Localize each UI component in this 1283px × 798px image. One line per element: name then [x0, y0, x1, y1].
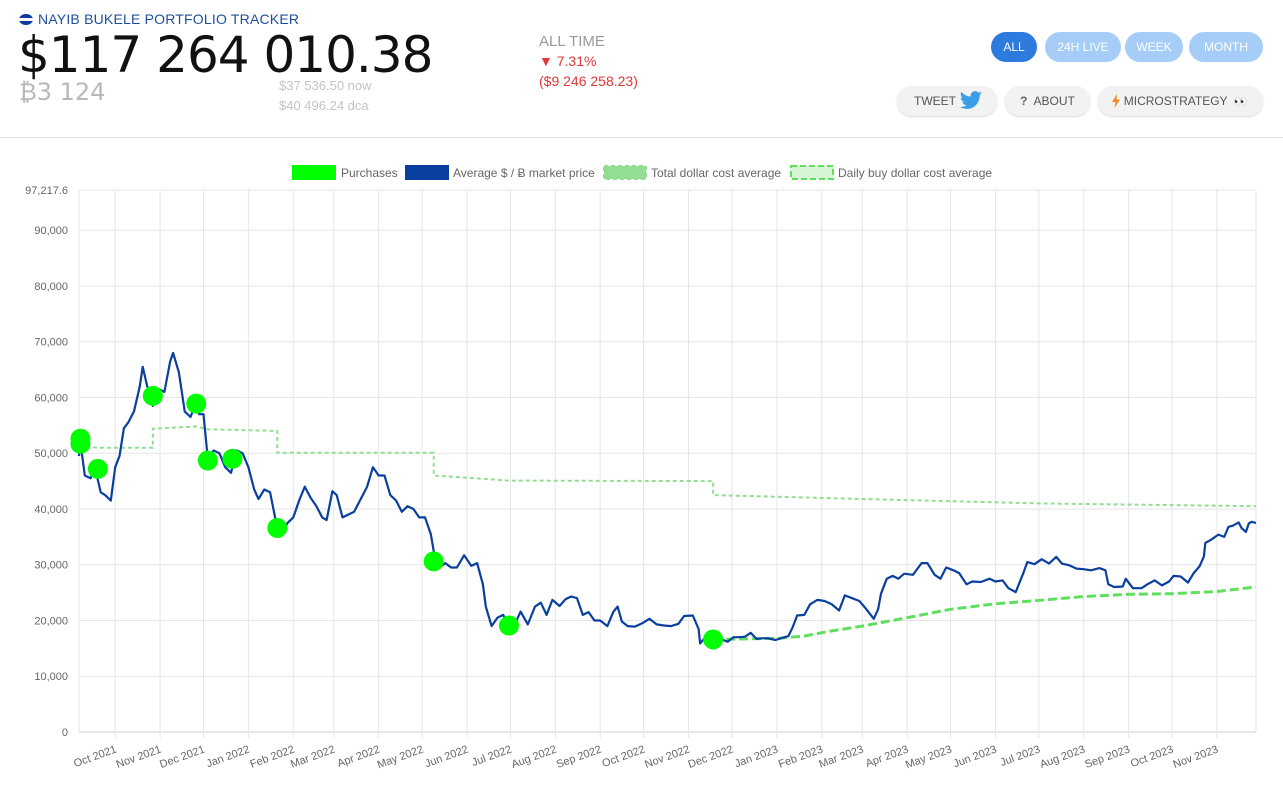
x-tick-label: Nov 2022	[643, 744, 691, 771]
question-mark-icon: ?	[1020, 94, 1028, 108]
tweet-label: TWEET	[914, 94, 956, 108]
chart-grid	[78, 189, 1257, 738]
x-tick-label: Jul 2023	[999, 744, 1042, 770]
y-tick-label: 40,000	[34, 504, 68, 516]
x-tick-label: Jan 2023	[733, 744, 780, 771]
range-button-month[interactable]: MONTH	[1189, 32, 1263, 62]
purchase-point[interactable]	[70, 433, 91, 454]
purchase-point[interactable]	[703, 629, 724, 650]
tweet-button[interactable]: TWEET	[897, 86, 997, 116]
microstrategy-button[interactable]: MICROSTRATEGY 👀	[1098, 86, 1263, 116]
x-tick-label: Nov 2023	[1172, 744, 1220, 771]
legend-label[interactable]: Average $ / Ƀ market price	[453, 166, 595, 180]
total-btc-amount: ₿3 124	[19, 78, 106, 106]
x-tick-label: Jan 2022	[205, 744, 252, 771]
purchase-point[interactable]	[267, 517, 288, 538]
x-tick-label: Oct 2022	[601, 744, 647, 771]
twitter-bird-icon	[959, 91, 982, 109]
x-tick-label: Sep 2023	[1083, 744, 1131, 771]
y-tick-label: 70,000	[34, 337, 68, 349]
performance-change: ($9 246 258.23)	[539, 73, 638, 89]
x-tick-label: Feb 2023	[777, 744, 825, 771]
performance-label: ALL TIME	[539, 33, 605, 50]
x-tick-label: Jun 2022	[423, 744, 470, 771]
chart-legend: Purchases Average $ / Ƀ market price Total…	[292, 165, 992, 180]
x-tick-label: Dec 2022	[687, 744, 735, 771]
x-tick-label: Jun 2023	[952, 744, 999, 771]
x-tick-label: Aug 2023	[1038, 744, 1086, 771]
purchase-point[interactable]	[87, 458, 108, 479]
btc-price-now: $37 536.50 now	[279, 78, 372, 93]
x-tick-label: Apr 2023	[864, 744, 910, 771]
legend-swatch[interactable]	[790, 165, 834, 180]
total-usd-value: $117 264 010.38	[18, 26, 433, 84]
x-tick-label: May 2023	[904, 744, 954, 772]
range-button-24h-live[interactable]: 24H LIVE	[1045, 32, 1121, 62]
purchase-point[interactable]	[222, 448, 243, 469]
purchase-point[interactable]	[197, 450, 218, 471]
x-tick-label: Sep 2022	[555, 744, 603, 771]
y-tick-label: 97,217.6	[25, 185, 68, 197]
y-tick-label: 90,000	[34, 225, 68, 237]
price-line	[77, 351, 1257, 645]
purchase-point[interactable]	[498, 615, 519, 636]
app-title[interactable]: NAYIB BUKELE PORTFOLIO TRACKER	[19, 11, 299, 27]
x-tick-label: Jul 2022	[470, 744, 513, 770]
x-tick-label: Oct 2023	[1129, 744, 1175, 771]
purchase-point[interactable]	[186, 393, 207, 414]
legend-swatch[interactable]	[292, 165, 336, 180]
app-title-text: NAYIB BUKELE PORTFOLIO TRACKER	[38, 11, 300, 27]
microstrategy-label: MICROSTRATEGY	[1123, 94, 1228, 108]
x-tick-label: Nov 2021	[115, 744, 163, 771]
portfolio-chart: 0 10,000 20,000 30,000 40,000 50,000 60,000 70,…	[25, 165, 1257, 772]
y-tick-label: 20,000	[34, 615, 68, 627]
legend-label[interactable]: Daily buy dollar cost average	[838, 166, 992, 180]
legend-label[interactable]: Purchases	[341, 166, 398, 180]
y-tick-label: 0	[62, 727, 68, 739]
daily-dca-line	[713, 585, 1257, 641]
y-tick-label: 50,000	[34, 448, 68, 460]
y-tick-label: 80,000	[34, 281, 68, 293]
x-tick-label: Feb 2022	[249, 744, 297, 771]
x-tick-label: Dec 2021	[158, 744, 206, 771]
header: NAYIB BUKELE PORTFOLIO TRACKER $117 264 …	[0, 0, 1283, 138]
el-salvador-flag-icon	[19, 13, 33, 25]
x-tick-label: May 2022	[376, 744, 426, 772]
x-tick-label: Mar 2022	[289, 744, 337, 771]
y-tick-label: 10,000	[34, 671, 68, 683]
y-tick-label: 60,000	[34, 392, 68, 404]
y-axis: 0 10,000 20,000 30,000 40,000 50,000 60,000 70,…	[25, 185, 68, 739]
about-label: ABOUT	[1033, 94, 1075, 108]
performance-percent: ▼ 7.31%	[539, 53, 597, 69]
range-button-all[interactable]: ALL	[991, 32, 1037, 62]
range-button-week[interactable]: WEEK	[1125, 32, 1183, 62]
legend-swatch[interactable]	[603, 165, 647, 180]
x-tick-label: Oct 2021	[72, 744, 118, 771]
x-tick-label: Mar 2023	[817, 744, 865, 771]
legend-label[interactable]: Total dollar cost average	[651, 166, 781, 180]
y-tick-label: 30,000	[34, 560, 68, 572]
purchase-point[interactable]	[142, 385, 163, 406]
purchase-point[interactable]	[423, 551, 444, 572]
about-button[interactable]: ? ABOUT	[1005, 86, 1090, 116]
eyes-emoji: 👀	[1233, 95, 1248, 108]
x-tick-label: Aug 2022	[510, 744, 558, 771]
lightning-icon	[1111, 94, 1120, 108]
btc-price-dca: $40 496.24 dca	[279, 98, 369, 113]
legend-swatch[interactable]	[405, 165, 449, 180]
x-tick-label: Apr 2022	[336, 744, 382, 771]
x-axis: Oct 2021Nov 2021Dec 2021Jan 2022Feb 2022…	[72, 744, 1220, 772]
